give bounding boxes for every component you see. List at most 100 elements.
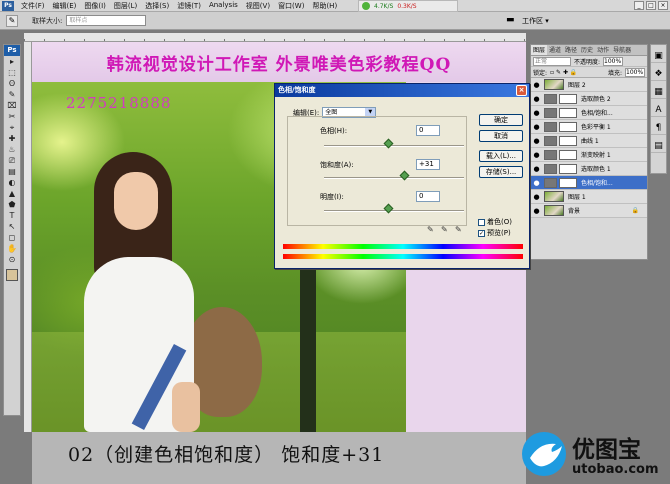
dialog-titlebar[interactable]: 色相/饱和度 × <box>275 84 529 97</box>
load-button[interactable]: 载入(L)... <box>479 150 523 162</box>
tool-icon[interactable]: ♨ <box>4 144 20 155</box>
tab-1[interactable]: 通道 <box>547 45 563 55</box>
menu-item[interactable]: 窗口(W) <box>274 1 308 11</box>
tab-0[interactable]: 图层 <box>531 45 548 55</box>
tool-icon[interactable]: ▲ <box>4 188 20 199</box>
hue-input[interactable]: 0 <box>416 125 440 136</box>
menu-item[interactable]: 帮助(H) <box>308 1 341 11</box>
dialog-close-icon[interactable]: × <box>516 85 527 96</box>
opacity-field[interactable]: 100% <box>603 56 624 66</box>
visibility-eye-icon[interactable]: ● <box>531 165 542 173</box>
blend-mode-select[interactable]: 正常 <box>533 56 571 66</box>
eyedropper-tool-icon[interactable]: ✎ <box>6 14 18 27</box>
tool-icon[interactable]: T <box>4 210 20 221</box>
visibility-eye-icon[interactable]: ● <box>531 81 542 89</box>
menu-item[interactable]: 视图(V) <box>242 1 274 11</box>
preview-checkbox[interactable]: ✓ 预览(P) <box>478 228 511 238</box>
options-bar: ✎ 取样大小: 取样点 ▬ 工作区 ▾ <box>0 12 670 30</box>
tool-icon[interactable]: ◻ <box>4 232 20 243</box>
layer-row[interactable]: ● 图层 1 <box>531 190 647 204</box>
visibility-eye-icon[interactable]: ● <box>531 193 542 201</box>
layer-row[interactable]: ● 色相/饱和... <box>531 176 647 190</box>
visibility-eye-icon[interactable]: ● <box>531 207 542 215</box>
visibility-eye-icon[interactable]: ● <box>531 109 542 117</box>
visibility-eye-icon[interactable]: ● <box>531 95 542 103</box>
tool-icon[interactable]: ʘ <box>4 78 20 89</box>
layer-row[interactable]: ● 色相/饱和... <box>531 106 647 120</box>
cancel-button[interactable]: 取消 <box>479 130 523 142</box>
save-button[interactable]: 存储(S)... <box>479 166 523 178</box>
preview-checkbox-box[interactable]: ✓ <box>478 229 485 237</box>
fill-field[interactable]: 100% <box>625 67 645 77</box>
tool-icon[interactable]: ⊙ <box>4 254 20 265</box>
menu-item[interactable]: 滤镜(T) <box>173 1 205 11</box>
minimize-button[interactable]: _ <box>634 1 644 10</box>
layer-row[interactable]: ● 选取颜色 2 <box>531 92 647 106</box>
layer-row[interactable]: ● 图层 2 <box>531 78 647 92</box>
visibility-eye-icon[interactable]: ● <box>531 151 542 159</box>
lock-icons[interactable]: ▫ ✎ ✚ 🔒 <box>550 69 577 76</box>
tool-icon[interactable]: ▸ <box>4 56 20 67</box>
menu-item[interactable]: 选择(S) <box>141 1 173 11</box>
layer-row[interactable]: ● 色彩平衡 1 <box>531 120 647 134</box>
layer-row[interactable]: ● 选取颜色 1 <box>531 162 647 176</box>
tab-3[interactable]: 历史 <box>579 45 595 55</box>
menu-item[interactable]: 图层(L) <box>110 1 141 11</box>
layer-row[interactable]: ● 渐变映射 1 <box>531 148 647 162</box>
hue-slider[interactable] <box>324 145 464 147</box>
dock-panel-icon[interactable]: A <box>651 103 666 117</box>
tool-icon[interactable]: ▤ <box>4 166 20 177</box>
tool-icon[interactable]: ⎚ <box>4 155 20 166</box>
colorize-checkbox[interactable]: 着色(O) <box>478 217 512 227</box>
tool-icon[interactable]: ⬟ <box>4 199 20 210</box>
tool-icon[interactable]: ◐ <box>4 177 20 188</box>
sample-size-select[interactable]: 取样点 <box>66 15 147 26</box>
colorize-label: 着色(O) <box>487 218 512 226</box>
visibility-eye-icon[interactable]: ● <box>531 123 542 131</box>
tool-icon[interactable]: ↖ <box>4 221 20 232</box>
lightness-input[interactable]: 0 <box>416 191 440 202</box>
workspace-menu[interactable]: 工作区 ▾ <box>522 15 549 27</box>
menu-item[interactable]: Analysis <box>205 1 242 11</box>
eyedropper-subtract-icon[interactable]: ✎ <box>455 225 462 234</box>
menu-item[interactable]: 图像(I) <box>80 1 110 11</box>
layer-name: 图层 2 <box>568 82 586 89</box>
tab-2[interactable]: 路径 <box>563 45 579 55</box>
layer-row[interactable]: ● 曲线 1 <box>531 134 647 148</box>
eyedropper-icon[interactable]: ✎ <box>427 225 434 234</box>
menu-item[interactable]: 文件(F) <box>17 1 49 11</box>
tab-5[interactable]: 导航器 <box>611 45 633 55</box>
close-button[interactable]: × <box>658 1 668 10</box>
tool-icon[interactable]: ⬚ <box>4 67 20 78</box>
tool-icon[interactable]: ✎ <box>4 89 20 100</box>
layer-mask-thumbnail <box>559 149 577 160</box>
layer-name: 图层 1 <box>568 194 586 201</box>
hue-label: 色相(H): <box>320 127 348 135</box>
layer-row[interactable]: ● 背景 🔒 <box>531 204 647 218</box>
tool-icon[interactable]: ✚ <box>4 133 20 144</box>
tool-icon[interactable]: ⌖ <box>4 122 20 133</box>
tool-icon[interactable]: ✋ <box>4 243 20 254</box>
dock-panel-icon[interactable]: ¶ <box>651 121 666 135</box>
adjustment-icon <box>544 93 557 104</box>
tool-icon[interactable]: ⌧ <box>4 100 20 111</box>
dock-panel-icon[interactable]: ▤ <box>651 139 666 153</box>
visibility-eye-icon[interactable]: ● <box>531 137 542 145</box>
tool-icon[interactable]: ✂ <box>4 111 20 122</box>
visibility-eye-icon[interactable]: ● <box>531 179 542 187</box>
dock-panel-icon[interactable]: ❖ <box>651 67 666 81</box>
dock-panel-icon[interactable]: ▣ <box>651 49 666 63</box>
maximize-button[interactable]: □ <box>646 1 656 10</box>
foreground-color-swatch[interactable] <box>6 269 18 281</box>
saturation-slider[interactable] <box>324 177 464 179</box>
menu-item[interactable]: 编辑(E) <box>49 1 81 11</box>
lightness-slider[interactable] <box>324 210 464 212</box>
hue-saturation-dialog: 色相/饱和度 × 编辑(E): 全图 ▼ 色相(H): 0 饱和度(A): +3… <box>274 83 530 269</box>
saturation-input[interactable]: +31 <box>416 159 440 170</box>
ok-button[interactable]: 确定 <box>479 114 523 126</box>
colorize-checkbox-box[interactable] <box>478 218 485 226</box>
eyedropper-add-icon[interactable]: ✎ <box>441 225 448 234</box>
tab-4[interactable]: 动作 <box>595 45 611 55</box>
dock-panel-icon[interactable]: ▦ <box>651 85 666 99</box>
palette-icon[interactable]: ▬ <box>506 15 518 27</box>
